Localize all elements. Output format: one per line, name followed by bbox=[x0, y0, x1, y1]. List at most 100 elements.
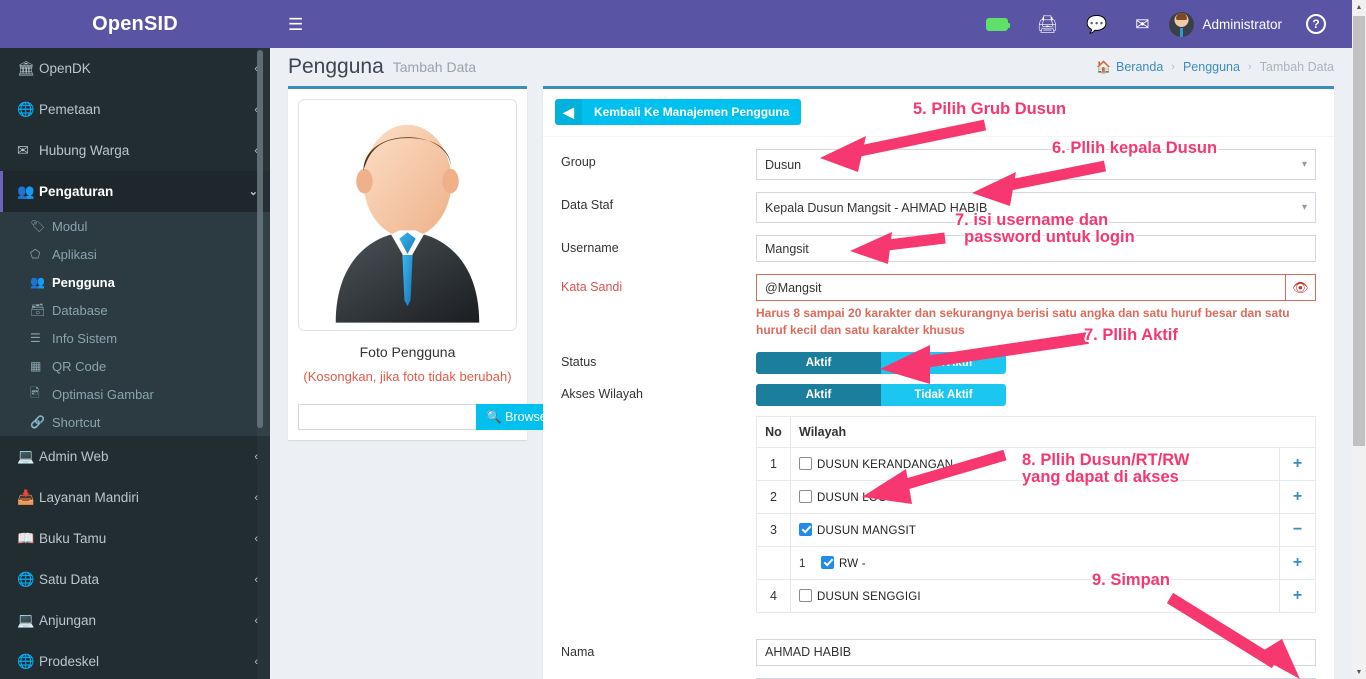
breadcrumb-beranda[interactable]: Beranda bbox=[1116, 60, 1163, 74]
akses-aktif-button[interactable]: Aktif bbox=[756, 383, 881, 406]
sidebar: OpenSID 🏛 OpenDK ‹ 🌐 Pemetaan ‹ ✉ Hubung… bbox=[0, 0, 270, 679]
sidebar-item-label: Modul bbox=[52, 218, 88, 234]
expand-button[interactable]: + bbox=[1279, 479, 1316, 514]
sidebar-item-layanan-mandiri[interactable]: 📥 Layanan Mandiri ‹ bbox=[0, 477, 270, 518]
cube-icon: ⬠ bbox=[30, 247, 41, 261]
sidebar-item-buku-tamu[interactable]: 📖 Buku Tamu ‹ bbox=[0, 518, 270, 559]
envelope-icon[interactable]: ✉ bbox=[1121, 16, 1163, 33]
status-tidak-aktif-button[interactable]: Tidak Aktif bbox=[881, 351, 1006, 374]
scroll-up-arrow[interactable]: ▲ bbox=[1352, 0, 1366, 14]
breadcrumb-pengguna[interactable]: Pengguna bbox=[1183, 60, 1240, 74]
printer-icon[interactable]: 🖨 bbox=[1022, 16, 1072, 33]
sidebar-item-shortcut[interactable]: 🔗 Shortcut bbox=[0, 408, 270, 436]
sidebar-item-optimasi-gambar[interactable]: 🖻 Optimasi Gambar bbox=[0, 380, 270, 408]
expand-button[interactable]: + bbox=[1279, 545, 1316, 580]
sidebar-item-aplikasi[interactable]: ⬠ Aplikasi bbox=[0, 240, 270, 268]
data-staf-label: Data Staf bbox=[561, 198, 614, 212]
envelope-icon: ✉ bbox=[17, 142, 29, 158]
wilayah-checkbox[interactable] bbox=[799, 456, 812, 470]
eye-icon[interactable]: 👁 bbox=[1284, 275, 1315, 300]
globe-icon: 🌐 bbox=[17, 101, 35, 117]
table-row[interactable]: 2 DUSUN LOCO + bbox=[756, 479, 1316, 514]
server-icon: ☰ bbox=[30, 331, 41, 345]
hamburger-icon[interactable]: ☰ bbox=[270, 16, 321, 33]
back-to-user-management-button[interactable]: ◀ Kembali Ke Manajemen Pengguna bbox=[555, 99, 802, 125]
wilayah-checkbox[interactable] bbox=[799, 588, 812, 602]
sidebar-item-anjungan[interactable]: 💻 Anjungan ‹ bbox=[0, 600, 270, 641]
sidebar-item-modul[interactable]: 🏷 Modul bbox=[0, 212, 270, 240]
row-no: 2 bbox=[756, 479, 791, 514]
sidebar-item-pemetaan[interactable]: 🌐 Pemetaan ‹ bbox=[0, 89, 270, 130]
wilayah-name: DUSUN LOCO bbox=[817, 491, 896, 504]
app-root: OpenSID 🏛 OpenDK ‹ 🌐 Pemetaan ‹ ✉ Hubung… bbox=[0, 0, 1366, 679]
akses-tidak-aktif-button[interactable]: Tidak Aktif bbox=[881, 383, 1006, 406]
sidebar-scrollbar-thumb[interactable] bbox=[257, 50, 263, 428]
sidebar-item-admin-web[interactable]: 💻 Admin Web ‹ bbox=[0, 436, 270, 477]
status-aktif-button[interactable]: Aktif bbox=[756, 351, 881, 374]
tag-icon: 🏷 bbox=[30, 219, 46, 233]
photo-panel: Foto Pengguna (Kosongkan, jika foto tida… bbox=[288, 86, 557, 440]
chevron-down-icon: ▾ bbox=[1301, 202, 1307, 213]
wilayah-checkbox[interactable] bbox=[799, 522, 812, 536]
comment-icon[interactable]: 💬 bbox=[1072, 16, 1121, 33]
wilayah-checkbox[interactable] bbox=[799, 489, 812, 503]
user-menu[interactable]: Administrator bbox=[1163, 11, 1292, 37]
content-area: Pengguna Tambah Data 🏠 Beranda › Penggun… bbox=[270, 48, 1352, 679]
expand-button[interactable]: + bbox=[1279, 446, 1316, 481]
group-value: Dusun bbox=[765, 157, 802, 172]
sidebar-item-opendk[interactable]: 🏛 OpenDK ‹ bbox=[0, 48, 270, 89]
browser-scrollbar[interactable]: ▲ ▼ bbox=[1352, 0, 1366, 679]
sidebar-item-label: Buku Tamu bbox=[39, 531, 107, 546]
sidebar-item-hubung-warga[interactable]: ✉ Hubung Warga ‹ bbox=[0, 130, 270, 171]
wilayah-checkbox[interactable] bbox=[821, 555, 834, 569]
sidebar-item-label: Hubung Warga bbox=[39, 143, 130, 158]
nama-input[interactable] bbox=[756, 638, 1316, 666]
table-row[interactable]: 1 RW - + bbox=[756, 545, 1316, 580]
password-help-text: Harus 8 sampai 20 karakter dan sekurangn… bbox=[756, 306, 1290, 338]
breadcrumb-current: Tambah Data bbox=[1259, 60, 1334, 74]
table-row[interactable]: 4 DUSUN SENGGIGI + bbox=[756, 578, 1316, 613]
username-input[interactable] bbox=[756, 235, 1316, 262]
expand-button[interactable]: + bbox=[1279, 578, 1316, 613]
row-wilayah-sub: 1 RW - bbox=[790, 545, 1280, 580]
sidebar-scrollbar-track[interactable] bbox=[257, 48, 270, 679]
data-staf-value: Kepala Dusun Mangsit - AHMAD HABIB bbox=[765, 200, 988, 215]
group-select[interactable]: Dusun ▾ bbox=[756, 149, 1316, 180]
kata-sandi-label: Kata Sandi bbox=[561, 280, 623, 294]
brand-logo[interactable]: OpenSID bbox=[0, 0, 270, 48]
back-button-label: Kembali Ke Manajemen Pengguna bbox=[594, 105, 790, 119]
page-subtitle: Tambah Data bbox=[392, 59, 477, 75]
globe-icon: 🌐 bbox=[17, 653, 35, 669]
row-no: 4 bbox=[756, 578, 791, 613]
sidebar-item-satu-data[interactable]: 🌐 Satu Data ‹ bbox=[0, 559, 270, 600]
navbar-right: 🖨 💬 ✉ Administrator ? bbox=[972, 11, 1352, 37]
sidebar-item-database[interactable]: 🗃 Database bbox=[0, 296, 270, 324]
sidebar-item-info-sistem[interactable]: ☰ Info Sistem bbox=[0, 324, 270, 352]
breadcrumb: 🏠 Beranda › Pengguna › Tambah Data bbox=[1096, 60, 1334, 74]
field-status: Status Aktif Tidak Aktif bbox=[561, 351, 1316, 374]
data-staf-select[interactable]: Kepala Dusun Mangsit - AHMAD HABIB ▾ bbox=[756, 192, 1316, 223]
table-row[interactable]: 3 DUSUN MANGSIT − bbox=[756, 512, 1316, 547]
row-wilayah: DUSUN LOCO bbox=[790, 479, 1280, 514]
field-nama: Nama bbox=[561, 638, 1316, 666]
sidebar-item-label: Pengaturan bbox=[39, 184, 114, 199]
photo-file-input[interactable] bbox=[298, 404, 476, 430]
breadcrumb-separator: › bbox=[1171, 61, 1175, 73]
sidebar-item-qr-code[interactable]: ▦ QR Code bbox=[0, 352, 270, 380]
th-no: No bbox=[756, 415, 791, 448]
sidebar-item-prodeskel[interactable]: 🌐 Prodeskel ‹ bbox=[0, 641, 270, 679]
wilayah-table-row: No Wilayah 1 DUSUN KERANDANGAN + 2 DUSUN… bbox=[561, 414, 1316, 613]
sidebar-item-label: Shortcut bbox=[52, 414, 101, 430]
sidebar-item-pengguna[interactable]: 👥 Pengguna bbox=[0, 268, 270, 296]
scrollbar-thumb[interactable] bbox=[1353, 16, 1365, 446]
scroll-down-arrow[interactable]: ▼ bbox=[1352, 665, 1366, 679]
top-navbar: ☰ 🖨 💬 ✉ Administrator ? bbox=[270, 0, 1352, 48]
wilayah-table: No Wilayah 1 DUSUN KERANDANGAN + 2 DUSUN… bbox=[756, 415, 1316, 613]
row-wilayah: DUSUN SENGGIGI bbox=[790, 578, 1280, 613]
kata-sandi-input[interactable] bbox=[757, 275, 1285, 300]
sidebar-item-pengaturan[interactable]: 👥 Pengaturan ⌄ bbox=[0, 171, 270, 212]
question-circle-icon[interactable]: ? bbox=[1292, 14, 1340, 34]
collapse-button[interactable]: − bbox=[1279, 512, 1316, 547]
table-row[interactable]: 1 DUSUN KERANDANGAN + bbox=[756, 446, 1316, 481]
battery-icon[interactable] bbox=[972, 17, 1022, 31]
